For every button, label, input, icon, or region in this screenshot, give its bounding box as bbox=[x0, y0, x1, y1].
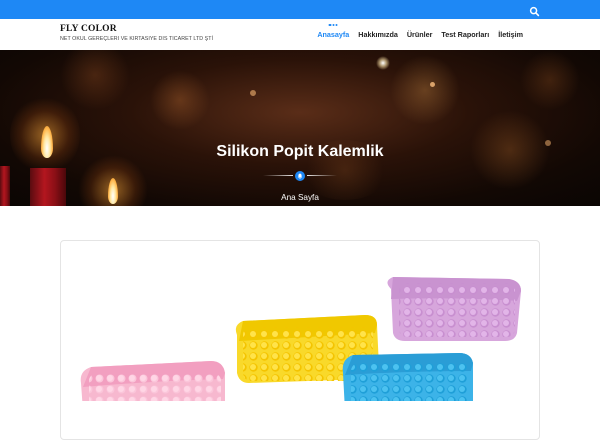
nav-item-urunler[interactable]: Ürünler bbox=[407, 30, 433, 39]
nav-item-label: İletişim bbox=[498, 30, 523, 39]
nav-item-hakkimizda[interactable]: Hakkımızda bbox=[358, 30, 398, 39]
popit-pencil-cases-image bbox=[80, 277, 521, 401]
main-nav: Anasayfa Hakkımızda Ürünler Test Raporla… bbox=[317, 24, 523, 39]
top-bar bbox=[0, 0, 600, 19]
product-card bbox=[60, 240, 540, 440]
nav-item-label: Test Raporları bbox=[441, 30, 490, 39]
bell-icon bbox=[295, 171, 305, 181]
search-icon[interactable] bbox=[529, 4, 540, 17]
site-tagline: NET OKUL GEREÇLERI VE KIRTASIYE DIS TICA… bbox=[60, 36, 214, 42]
breadcrumb[interactable]: Ana Sayfa bbox=[0, 193, 600, 202]
brand[interactable]: FLY COLOR NET OKUL GEREÇLERI VE KIRTASIY… bbox=[60, 24, 213, 42]
site-title[interactable]: FLY COLOR bbox=[60, 24, 213, 34]
nav-item-anasayfa[interactable]: Anasayfa bbox=[317, 24, 350, 39]
nav-item-label: Hakkımızda bbox=[358, 30, 398, 39]
nav-item-label: Ürünler bbox=[406, 30, 433, 39]
nav-item-label: Anasayfa bbox=[317, 30, 350, 39]
page-title: Silikon Popit Kalemlik bbox=[216, 143, 384, 160]
nav-item-test-raporlari[interactable]: Test Raporları bbox=[441, 30, 489, 39]
page-hero: Silikon Popit Kalemlik Ana Sayfa bbox=[0, 50, 600, 206]
active-indicator-icon bbox=[328, 24, 338, 27]
site-header: FLY COLOR NET OKUL GEREÇLERI VE KIRTASIY… bbox=[0, 19, 600, 50]
title-divider bbox=[263, 171, 337, 181]
nav-item-iletisim[interactable]: İletişim bbox=[498, 30, 523, 39]
